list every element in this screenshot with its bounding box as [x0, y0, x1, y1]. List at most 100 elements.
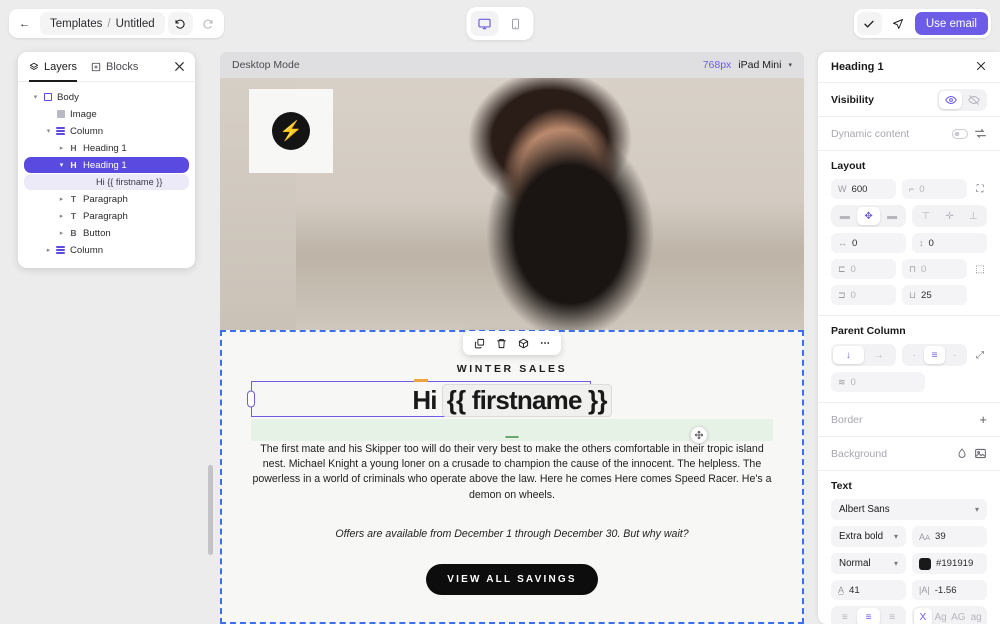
sync-icon[interactable]: [974, 127, 987, 140]
chevron-right-icon[interactable]: ▸: [56, 229, 67, 237]
block-icon[interactable]: [513, 333, 533, 353]
layer-node-button[interactable]: ▸ B Button: [24, 225, 189, 241]
align-right-icon[interactable]: ▬: [880, 207, 904, 225]
tab-blocks[interactable]: Blocks: [91, 52, 138, 81]
margin-x-field[interactable]: ↔ 0: [831, 233, 906, 253]
padding-bottom-value: 25: [921, 289, 932, 301]
justify-center-icon[interactable]: ≡: [924, 346, 945, 364]
redo-button[interactable]: [195, 12, 221, 35]
visibility-hide-button[interactable]: [962, 91, 985, 109]
tab-layers[interactable]: Layers: [29, 52, 78, 82]
use-email-button[interactable]: Use email: [914, 12, 988, 35]
move-handle[interactable]: [690, 426, 708, 444]
email-body-column[interactable]: WINTER SALES Hi {{ firstname }} The firs…: [220, 330, 804, 624]
merge-tag-chip[interactable]: {{ firstname }}: [441, 383, 612, 417]
valign-middle-icon[interactable]: ✛: [938, 207, 962, 225]
padding-top-field[interactable]: ⊓ 0: [902, 259, 967, 279]
link-sides-icon[interactable]: ⬚: [973, 264, 987, 275]
justify-end-icon[interactable]: ·: [945, 346, 965, 364]
chevron-down-icon[interactable]: ▾: [43, 127, 54, 135]
width-field[interactable]: W 600: [831, 179, 896, 199]
canvas-device-name[interactable]: iPad Mini: [738, 59, 781, 71]
chevron-right-icon[interactable]: ▸: [56, 212, 67, 220]
align-left-icon[interactable]: ▬: [833, 207, 857, 225]
layer-node-heading-1[interactable]: ▾ H Heading 1: [24, 157, 189, 173]
valign-top-icon[interactable]: ⊤: [914, 207, 938, 225]
more-icon[interactable]: [535, 333, 555, 353]
close-icon: [175, 62, 184, 71]
text-weight-size-row: Extra bold ▾ AA 39: [831, 526, 987, 547]
trash-icon[interactable]: [491, 333, 511, 353]
toggle-off-icon[interactable]: [952, 128, 968, 139]
duplicate-icon[interactable]: [469, 333, 489, 353]
line-height-field[interactable]: A̲ 41: [831, 580, 906, 600]
undo-button[interactable]: [167, 12, 193, 35]
text-color-field[interactable]: #191919: [912, 553, 987, 574]
close-layers-panel-button[interactable]: [173, 60, 186, 73]
mobile-mode-button[interactable]: [502, 11, 530, 36]
valign-bottom-icon[interactable]: ⊥: [961, 207, 985, 225]
chevron-right-icon[interactable]: ▸: [56, 144, 67, 152]
heading-text[interactable]: Hi {{ firstname }}: [222, 383, 802, 417]
gap-field[interactable]: ≋ 0: [831, 372, 925, 392]
arrow-right-icon[interactable]: →: [864, 346, 895, 364]
offers-paragraph[interactable]: Offers are available from December 1 thr…: [248, 528, 776, 540]
font-size-field[interactable]: AA 39: [912, 526, 987, 547]
padding-right-field[interactable]: ⊐ 0: [831, 285, 896, 305]
hero-image-block[interactable]: ⚡: [220, 78, 804, 330]
align-center-icon[interactable]: ✥: [856, 207, 881, 225]
breadcrumb-root: Templates: [50, 17, 103, 30]
fit-icon[interactable]: ⛶: [973, 184, 987, 195]
eyebrow-text[interactable]: WINTER SALES: [222, 363, 802, 375]
text-align-left-icon[interactable]: ≡: [833, 608, 857, 624]
case-lower-button[interactable]: ag: [967, 608, 985, 624]
font-weight-select[interactable]: Extra bold ▾: [831, 526, 906, 547]
body-paragraph[interactable]: The first mate and his Skipper too will …: [248, 442, 776, 503]
image-icon[interactable]: [974, 447, 987, 460]
send-button[interactable]: [885, 12, 911, 35]
breadcrumb[interactable]: Templates / Untitled: [40, 12, 165, 35]
canvas-mode-label: Desktop Mode: [232, 59, 300, 71]
back-button[interactable]: ←: [12, 12, 37, 35]
text-align-center-icon[interactable]: ≡: [856, 608, 881, 624]
expand-icon[interactable]: ⤢: [973, 350, 987, 361]
chevron-down-icon[interactable]: ▾: [30, 93, 41, 101]
justify-start-icon[interactable]: ·: [904, 346, 924, 364]
layer-node-body[interactable]: ▾ Body: [24, 89, 189, 105]
layer-node-column[interactable]: ▾ Column: [24, 123, 189, 139]
corner-radius-field[interactable]: ⌐ 0: [902, 179, 967, 199]
chevron-down-icon[interactable]: ▾: [56, 161, 67, 169]
droplet-icon[interactable]: [956, 447, 968, 460]
layer-node-column[interactable]: ▸ Column: [24, 242, 189, 258]
layer-node-paragraph[interactable]: ▸ T Paragraph: [24, 191, 189, 207]
canvas-scrollbar[interactable]: [204, 110, 218, 562]
padding-bottom-field[interactable]: ⊔ 25: [902, 285, 967, 305]
plus-icon[interactable]: +: [979, 412, 987, 427]
chevron-down-icon[interactable]: ▾: [788, 61, 792, 69]
margin-y-field[interactable]: ↕ 0: [912, 233, 987, 253]
canvas-scrollbar-thumb[interactable]: [208, 465, 213, 555]
font-style-select[interactable]: Normal ▾: [831, 553, 906, 574]
layer-node-hi-firstname[interactable]: Hi {{ firstname }}: [24, 174, 189, 190]
chevron-right-icon[interactable]: ▸: [43, 246, 54, 254]
save-button[interactable]: [856, 12, 882, 35]
layer-node-paragraph[interactable]: ▸ T Paragraph: [24, 208, 189, 224]
layer-node-label: Button: [83, 227, 111, 239]
arrow-down-icon[interactable]: ↓: [833, 346, 864, 364]
case-none-button[interactable]: X: [914, 608, 932, 624]
padding-left-field[interactable]: ⊏ 0: [831, 259, 896, 279]
layer-node-heading-1[interactable]: ▸ H Heading 1: [24, 140, 189, 156]
chevron-right-icon[interactable]: ▸: [56, 195, 67, 203]
visibility-show-button[interactable]: [939, 90, 962, 109]
close-inspector-button[interactable]: [975, 60, 987, 75]
text-align-right-icon[interactable]: ≡: [880, 608, 904, 624]
desktop-mode-button[interactable]: [470, 11, 499, 36]
background-row: Background: [818, 437, 1000, 471]
view-all-savings-button[interactable]: VIEW ALL SAVINGS: [426, 564, 598, 595]
letter-spacing-field[interactable]: |A| -1.56: [912, 580, 987, 600]
toolbar-left-group: ← Templates / Untitled: [9, 9, 224, 38]
font-family-select[interactable]: Albert Sans ▾: [831, 499, 987, 520]
case-capitalize-button[interactable]: Ag: [932, 608, 950, 624]
case-upper-button[interactable]: AG: [950, 608, 968, 624]
layer-node-image[interactable]: Image: [24, 106, 189, 122]
